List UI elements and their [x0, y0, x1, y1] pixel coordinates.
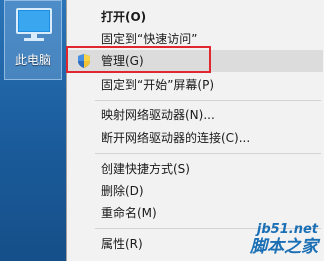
menu-item-label: 映射网络驱动器(N)...: [101, 108, 215, 122]
menu-item-label: 删除(D): [101, 184, 144, 198]
menu-item-pin-start[interactable]: 固定到“开始”屏幕(P): [67, 74, 323, 96]
menu-separator: [95, 153, 321, 154]
menu-item-label: 打开(O): [101, 10, 147, 24]
menu-item-manage[interactable]: 管理(G): [67, 50, 323, 72]
computer-monitor-icon: [16, 8, 52, 41]
watermark-domain: jb51.net: [256, 222, 318, 237]
menu-item-label: 重命名(M): [101, 206, 157, 220]
menu-item-label: 固定到“开始”屏幕(P): [101, 78, 215, 92]
menu-item-map-network-drive[interactable]: 映射网络驱动器(N)...: [67, 104, 323, 126]
menu-item-rename[interactable]: 重命名(M): [67, 202, 323, 224]
uac-shield-icon: [78, 54, 90, 68]
menu-item-open[interactable]: 打开(O): [67, 6, 323, 28]
menu-item-delete[interactable]: 删除(D): [67, 180, 323, 202]
menu-item-disconnect-network-drive[interactable]: 断开网络驱动器的连接(C)...: [67, 127, 323, 149]
menu-separator: [95, 100, 321, 101]
watermark-site-name: 脚本之家: [250, 237, 318, 257]
menu-item-label: 属性(R): [101, 237, 143, 251]
this-pc-label: 此电脑: [14, 53, 51, 67]
menu-item-pin-quick-access[interactable]: 固定到“快速访问”: [67, 28, 323, 50]
site-watermark: jb51.net 脚本之家: [250, 222, 318, 258]
this-pc-desktop-icon[interactable]: 此电脑: [4, 0, 62, 80]
menu-item-label: 创建快捷方式(S): [101, 162, 190, 176]
menu-item-label: 管理(G): [101, 54, 144, 68]
menu-item-label: 固定到“快速访问”: [101, 32, 198, 46]
menu-item-label: 断开网络驱动器的连接(C)...: [101, 131, 251, 145]
menu-item-create-shortcut[interactable]: 创建快捷方式(S): [67, 158, 323, 180]
